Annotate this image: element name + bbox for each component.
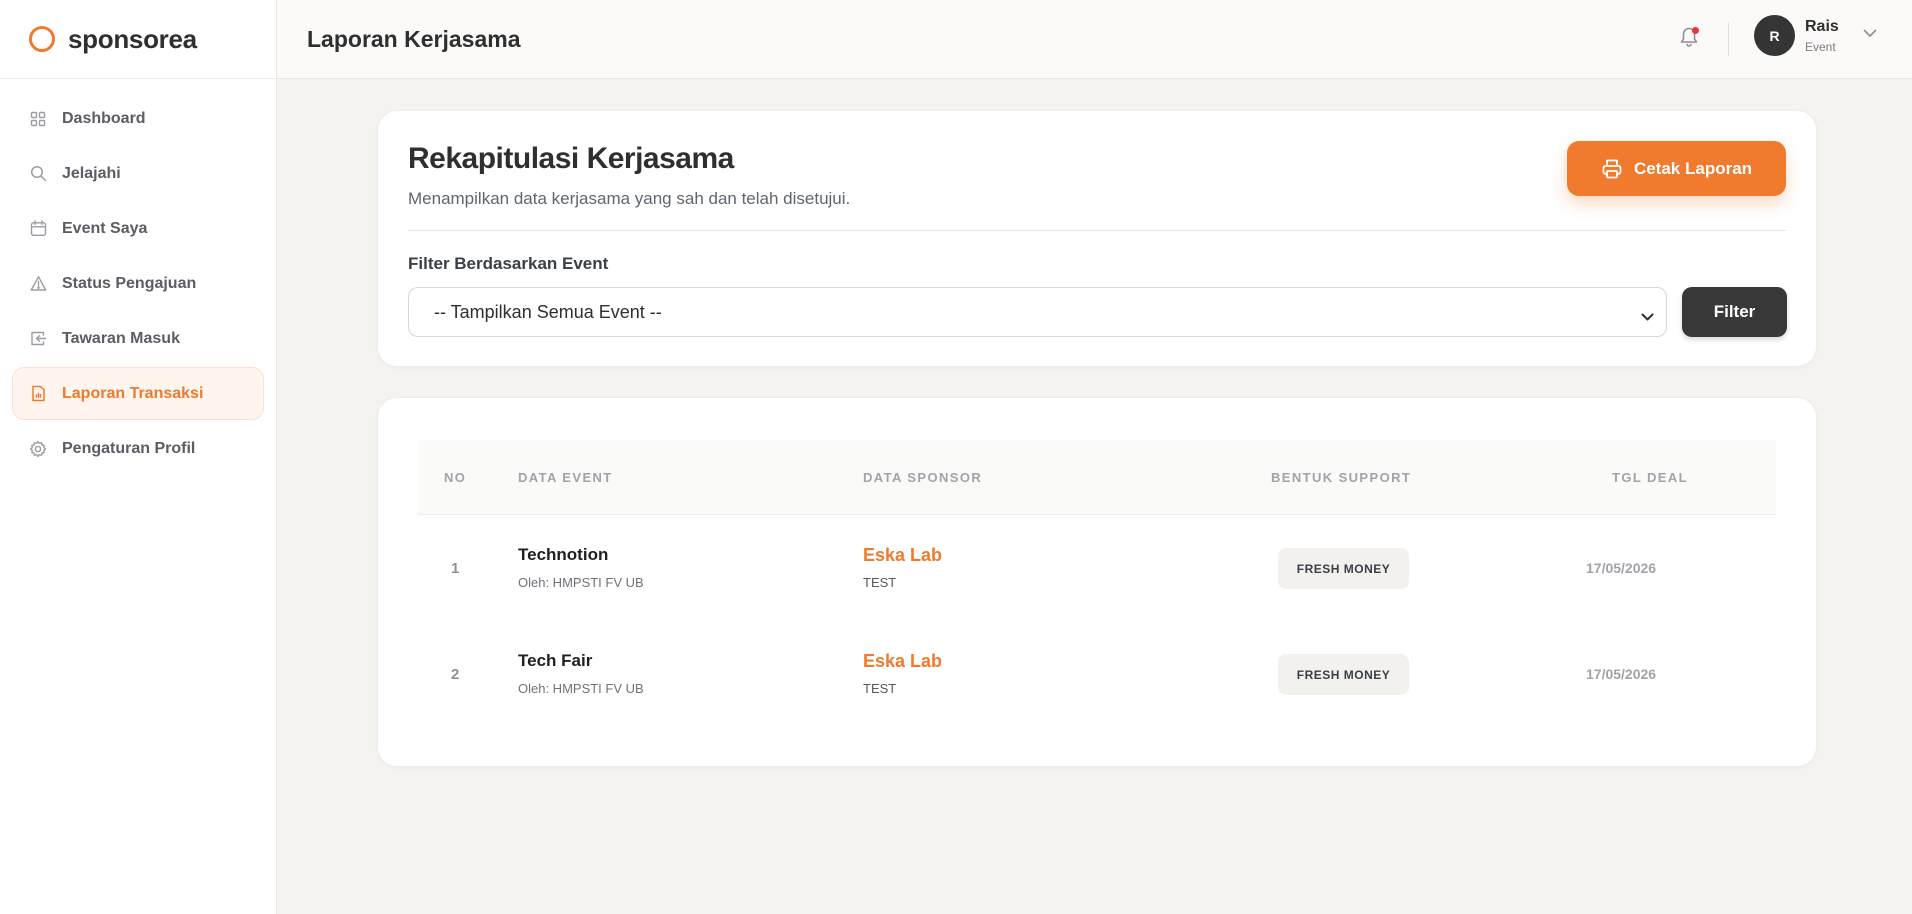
filter-button[interactable]: Filter: [1682, 287, 1787, 337]
printer-icon: [1602, 159, 1622, 178]
sidebar-item-pengaturan-profil[interactable]: Pengaturan Profil: [12, 422, 264, 475]
event-name: Tech Fair: [518, 651, 593, 670]
event-organizer: Oleh: HMPSTI FV UB: [518, 681, 644, 696]
brand[interactable]: sponsorea: [0, 0, 276, 79]
sidebar-item-dashboard[interactable]: Dashboard: [12, 92, 264, 145]
inbox-icon: [29, 330, 47, 348]
event-name: Technotion: [518, 545, 609, 564]
header-divider: [1728, 22, 1729, 56]
table-row: 1 Technotion Oleh: HMPSTI FV UB Eska Lab…: [418, 515, 1776, 621]
event-organizer: Oleh: HMPSTI FV UB: [518, 575, 644, 590]
sidebar: sponsorea Dashboard Jelajahi Event Saya …: [0, 0, 277, 914]
column-header-support: BENTUK SUPPORT: [1271, 470, 1412, 485]
user-menu[interactable]: R Rais Event: [1754, 15, 1877, 56]
divider: [408, 230, 1786, 231]
sponsor-name[interactable]: Eska Lab: [863, 545, 942, 566]
event-select-value: -- Tampilkan Semua Event --: [434, 301, 662, 322]
top-header: Laporan Kerjasama R Rais Event: [277, 0, 1912, 79]
sidebar-item-label: Laporan Transaksi: [62, 384, 204, 402]
support-badge: FRESH MONEY: [1278, 548, 1409, 589]
brand-name: sponsorea: [68, 23, 197, 54]
column-header-event: DATA EVENT: [518, 470, 613, 485]
sponsor-note: TEST: [863, 575, 897, 590]
warning-triangle-icon: [29, 275, 47, 293]
chevron-down-icon: [1641, 306, 1654, 327]
print-report-button[interactable]: Cetak Laporan: [1567, 141, 1786, 196]
sidebar-item-tawaran-masuk[interactable]: Tawaran Masuk: [12, 312, 264, 365]
page-title: Laporan Kerjasama: [307, 25, 521, 52]
column-header-date: TGL DEAL: [1612, 470, 1688, 485]
print-report-label: Cetak Laporan: [1633, 158, 1753, 178]
gear-icon: [29, 440, 47, 458]
event-select[interactable]: -- Tampilkan Semua Event --: [408, 287, 1667, 337]
grid-icon: [29, 110, 47, 128]
notification-dot: [1692, 27, 1699, 34]
user-info: Rais Event: [1805, 17, 1839, 55]
brand-logo-icon: [29, 26, 55, 52]
sponsor-note: TEST: [863, 681, 897, 696]
chevron-down-icon: [1863, 25, 1877, 43]
sidebar-item-event-saya[interactable]: Event Saya: [12, 202, 264, 255]
calendar-icon: [29, 220, 47, 238]
section-subtitle: Menampilkan data kerjasama yang sah dan …: [408, 189, 851, 208]
deal-date: 17/05/2026: [1586, 666, 1657, 682]
sidebar-item-label: Event Saya: [62, 219, 148, 237]
table-row: 2 Tech Fair Oleh: HMPSTI FV UB Eska Lab …: [418, 621, 1776, 727]
sidebar-item-label: Tawaran Masuk: [62, 329, 180, 347]
search-icon: [29, 165, 47, 183]
table-card: NO DATA EVENT DATA SPONSOR BENTUK SUPPOR…: [377, 397, 1817, 767]
sidebar-item-label: Status Pengajuan: [62, 274, 197, 292]
avatar: R: [1754, 15, 1795, 56]
report-icon: [29, 385, 47, 403]
support-badge: FRESH MONEY: [1278, 654, 1409, 695]
user-role: Event: [1805, 39, 1836, 54]
row-number: 2: [451, 666, 460, 683]
deal-date: 17/05/2026: [1586, 560, 1657, 576]
table-header: NO DATA EVENT DATA SPONSOR BENTUK SUPPOR…: [418, 440, 1776, 515]
summary-card: Rekapitulasi Kerjasama Menampilkan data …: [377, 110, 1817, 367]
filter-label: Filter Berdasarkan Event: [408, 254, 609, 273]
sidebar-nav: Dashboard Jelajahi Event Saya Status Pen…: [0, 79, 276, 490]
sidebar-item-status-pengajuan[interactable]: Status Pengajuan: [12, 257, 264, 310]
sidebar-item-jelajahi[interactable]: Jelajahi: [12, 147, 264, 200]
sidebar-item-label: Pengaturan Profil: [62, 439, 196, 457]
sidebar-item-label: Dashboard: [62, 109, 146, 127]
row-number: 1: [451, 560, 460, 577]
user-name: Rais: [1805, 17, 1839, 35]
column-header-sponsor: DATA SPONSOR: [863, 470, 983, 485]
column-header-no: NO: [444, 470, 467, 485]
sidebar-item-label: Jelajahi: [62, 164, 121, 182]
sidebar-item-laporan-transaksi[interactable]: Laporan Transaksi: [12, 367, 264, 420]
notification-button[interactable]: [1674, 24, 1704, 54]
sponsor-name[interactable]: Eska Lab: [863, 651, 942, 672]
section-title: Rekapitulasi Kerjasama: [408, 142, 734, 175]
